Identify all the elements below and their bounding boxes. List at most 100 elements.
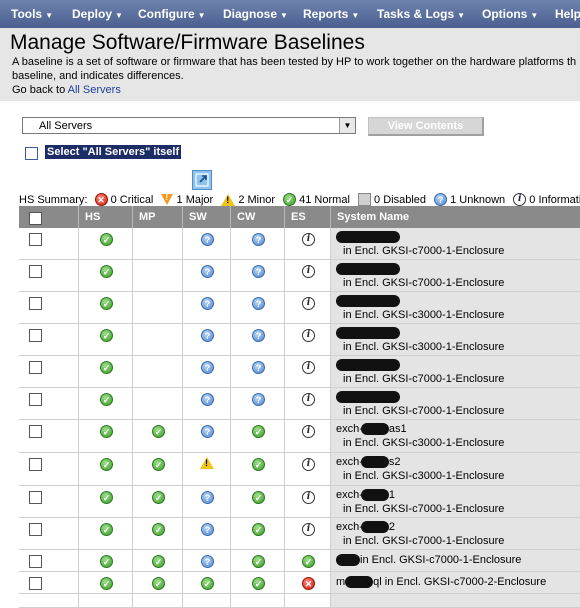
server-group-select[interactable]: All Servers ▼ [22,117,356,134]
information-status-icon[interactable]: i [302,491,315,504]
menu-help[interactable]: Help [555,7,580,21]
table-row[interactable]: ✓?? i in Encl. GKSI-c3000-1-Enclosure [19,292,580,324]
table-row[interactable]: ✓?? i in Encl. GKSI-c7000-1-Enclosure [19,356,580,388]
summary-critical[interactable]: 0 Critical [111,194,154,206]
normal-status-icon[interactable]: ✓ [152,491,165,504]
normal-status-icon[interactable]: ✓ [100,425,113,438]
dropdown-arrow-icon[interactable]: ▼ [339,118,355,133]
normal-status-icon[interactable]: ✓ [152,555,165,568]
normal-status-icon[interactable]: ✓ [100,577,113,590]
normal-status-icon[interactable]: ✓ [100,491,113,504]
summary-normal[interactable]: 41 Normal [299,194,350,206]
normal-status-icon[interactable]: ✓ [100,297,113,310]
unknown-status-icon[interactable]: ? [201,555,214,568]
menu-diagnose[interactable]: Diagnose ▼ [223,7,288,21]
row-checkbox[interactable] [29,329,42,342]
summary-unknown[interactable]: 1 Unknown [450,194,505,206]
normal-status-icon[interactable]: ✓ [252,523,265,536]
normal-status-icon[interactable]: ✓ [302,555,315,568]
table-row[interactable]: ✓✓✓iexch-s2in Encl. GKSI-c3000-1-Enclosu… [19,453,580,486]
normal-status-icon[interactable]: ✓ [100,523,113,536]
header-sw[interactable]: SW [183,206,231,228]
information-status-icon[interactable]: i [302,458,315,471]
information-status-icon[interactable]: i [302,523,315,536]
information-status-icon[interactable]: i [302,393,315,406]
system-name[interactable] [336,327,400,340]
menu-deploy[interactable]: Deploy ▼ [72,7,123,21]
row-checkbox[interactable] [29,555,42,568]
system-name[interactable] [336,295,400,308]
header-es[interactable]: ES [285,206,331,228]
normal-status-icon[interactable]: ✓ [201,577,214,590]
row-checkbox[interactable] [29,361,42,374]
normal-status-icon[interactable]: ✓ [252,555,265,568]
all-servers-link[interactable]: All Servers [68,84,121,96]
row-checkbox[interactable] [29,491,42,504]
menu-reports[interactable]: Reports ▼ [303,7,359,21]
system-name[interactable]: exch-s2 [336,456,401,469]
unknown-status-icon[interactable]: ? [201,361,214,374]
row-checkbox[interactable] [29,523,42,536]
unknown-status-icon[interactable]: ? [201,265,214,278]
header-hs[interactable]: HS [79,206,133,228]
critical-status-icon[interactable]: ✕ [302,577,315,590]
row-checkbox[interactable] [29,425,42,438]
information-status-icon[interactable]: i [302,425,315,438]
table-row[interactable]: ✓ ✓? ✓ i exch- 2 in Encl. GKSI-c7000-1-Enclosu… [19,518,580,550]
unknown-status-icon[interactable]: ? [252,265,265,278]
row-checkbox[interactable] [29,458,42,471]
normal-status-icon[interactable]: ✓ [100,555,113,568]
system-name[interactable]: exch- 1 [336,489,395,502]
menu-tools[interactable]: Tools ▼ [11,7,53,21]
information-status-icon[interactable]: i [302,265,315,278]
unknown-status-icon[interactable]: ? [201,329,214,342]
normal-status-icon[interactable]: ✓ [100,233,113,246]
table-row[interactable]: ✓?? i in Encl. GKSI-c7000-1-Enclosure [19,228,580,260]
unknown-status-icon[interactable]: ? [252,393,265,406]
table-row[interactable]: ✓ ✓? ✓ i exch-as1 in Encl. GKSI-c3000-1-Enclo… [19,420,580,453]
system-name[interactable] [336,231,400,244]
select-itself-checkbox[interactable] [25,147,38,160]
summary-minor[interactable]: 2 Minor [238,194,275,206]
popout-icon[interactable] [192,170,212,190]
summary-major[interactable]: 1 Major [177,194,214,206]
menu-configure[interactable]: Configure ▼ [138,7,206,21]
table-row[interactable]: ✓?? i in Encl. GKSI-c7000-1-Enclosure [19,388,580,420]
normal-status-icon[interactable]: ✓ [152,577,165,590]
information-status-icon[interactable]: i [302,361,315,374]
unknown-status-icon[interactable]: ? [252,361,265,374]
system-name[interactable]: in Encl. GKSI-c7000-1-Enclosure [336,554,521,567]
header-mp[interactable]: MP [133,206,183,228]
minor-status-icon[interactable] [200,457,214,469]
table-row[interactable]: ✓ ✓ ✓ ✓ ✕ m ql in Encl. GKSI-c7000-2-Enclosure [19,572,580,594]
row-checkbox[interactable] [29,297,42,310]
summary-disabled[interactable]: 0 Disabled [374,194,426,206]
row-checkbox[interactable] [29,577,42,590]
system-name[interactable]: exch-as1 [336,423,407,436]
unknown-status-icon[interactable]: ? [201,523,214,536]
normal-status-icon[interactable]: ✓ [252,491,265,504]
unknown-status-icon[interactable]: ? [201,233,214,246]
system-name[interactable]: exch- 2 [336,521,395,534]
normal-status-icon[interactable]: ✓ [100,265,113,278]
information-status-icon[interactable]: i [302,297,315,310]
table-row[interactable]: ✓ ✓? ✓ ✓ in Encl. GKSI-c7000-1-Enclosure [19,550,580,572]
normal-status-icon[interactable]: ✓ [100,393,113,406]
table-row[interactable]: ✓?? i in Encl. GKSI-c3000-1-Enclosure [19,324,580,356]
system-name[interactable] [336,359,400,372]
information-status-icon[interactable]: i [302,329,315,342]
unknown-status-icon[interactable]: ? [252,233,265,246]
normal-status-icon[interactable]: ✓ [152,425,165,438]
table-row[interactable]: ✓?? i in Encl. GKSI-c7000-1-Enclosure [19,260,580,292]
row-checkbox[interactable] [29,393,42,406]
header-system-name[interactable]: System Name [331,206,580,228]
unknown-status-icon[interactable]: ? [252,329,265,342]
view-contents-button[interactable]: View Contents [368,117,484,136]
normal-status-icon[interactable]: ✓ [100,361,113,374]
normal-status-icon[interactable]: ✓ [152,458,165,471]
system-name[interactable] [336,263,400,276]
select-all-checkbox[interactable] [29,212,42,225]
table-row[interactable] [19,594,580,608]
normal-status-icon[interactable]: ✓ [252,577,265,590]
summary-information[interactable]: 0 Information [529,194,580,206]
